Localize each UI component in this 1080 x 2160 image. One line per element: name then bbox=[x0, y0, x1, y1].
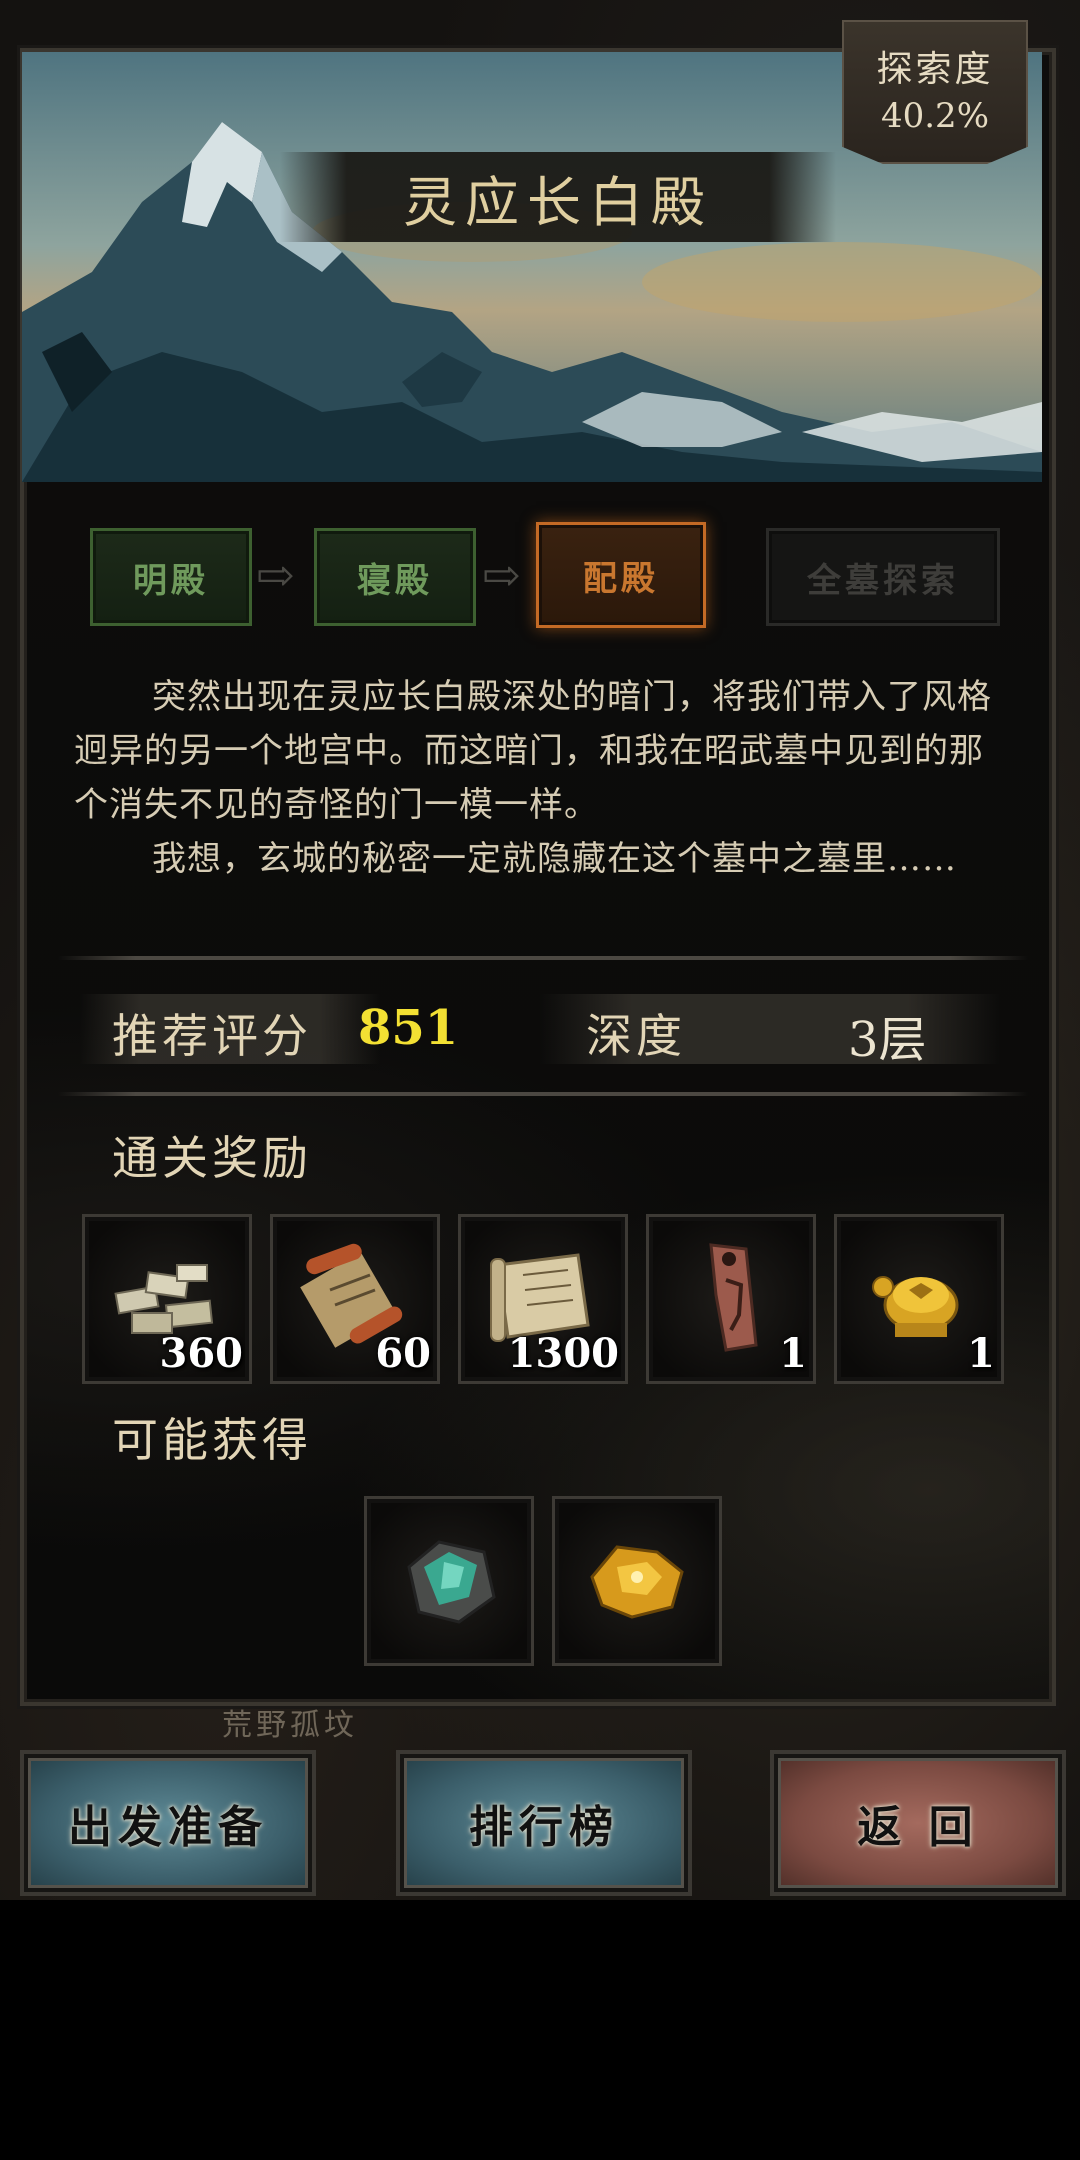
stage-label: 寝殿 bbox=[357, 560, 433, 601]
depth-value: 3层 bbox=[848, 1012, 927, 1068]
button-label: 出发准备 bbox=[68, 1802, 268, 1853]
button-label: 排行榜 bbox=[469, 1802, 619, 1853]
exploration-value: 40.2% bbox=[880, 96, 989, 136]
stage-tab-qin-dian[interactable]: 寝殿 bbox=[314, 528, 476, 626]
golden-turtle-icon bbox=[872, 1276, 959, 1337]
gold-nugget-icon bbox=[590, 1545, 684, 1619]
story-paragraph-2: 我想，玄城的秘密一定就隐藏在这个墓中之墓里…… bbox=[152, 839, 957, 879]
recommended-score-value: 851 bbox=[358, 1000, 459, 1056]
stage-label: 明殿 bbox=[133, 560, 209, 601]
reward-count: 360 bbox=[159, 1330, 244, 1377]
possible-drop-slot[interactable] bbox=[552, 1496, 722, 1666]
departure-prep-button[interactable]: 出发准备 bbox=[20, 1750, 316, 1896]
location-title: 灵应长白殿 bbox=[403, 170, 713, 234]
back-button[interactable]: 返 回 bbox=[770, 1750, 1066, 1896]
story-paragraph-1: 突然出现在灵应长白殿深处的暗门，将我们带入了风格迥异的另一个地宫中。而这暗门，和… bbox=[74, 677, 992, 825]
reward-slot[interactable]: 1 bbox=[834, 1214, 1004, 1384]
reward-count: 1 bbox=[779, 1330, 807, 1377]
arrow-right-icon: ⇨ bbox=[482, 548, 521, 602]
stage-label: 配殿 bbox=[583, 558, 659, 599]
story-description: 突然出现在灵应长白殿深处的暗门，将我们带入了风格迥异的另一个地宫中。而这暗门，和… bbox=[74, 670, 1014, 886]
depth-label: 深度 bbox=[586, 1009, 686, 1063]
stage-tab-full-explore[interactable]: 全墓探索 bbox=[766, 528, 1000, 626]
arrow-right-icon: ⇨ bbox=[256, 548, 295, 602]
reward-count: 60 bbox=[375, 1330, 431, 1377]
possible-drops-title: 可能获得 bbox=[112, 1413, 312, 1467]
leaderboard-button[interactable]: 排行榜 bbox=[396, 1750, 692, 1896]
clear-rewards-title: 通关奖励 bbox=[112, 1131, 312, 1185]
bronze-token-icon bbox=[709, 1243, 758, 1352]
reward-count: 1 bbox=[967, 1330, 995, 1377]
exploration-badge: 探索度 40.2% bbox=[842, 20, 1028, 164]
stage-tab-ming-dian[interactable]: 明殿 bbox=[90, 528, 252, 626]
map-location-label: 荒野孤坟 bbox=[222, 1708, 358, 1743]
reward-count: 1300 bbox=[507, 1330, 619, 1377]
title-plate: 灵应长白殿 bbox=[280, 152, 836, 242]
reward-slot[interactable]: 60 bbox=[270, 1214, 440, 1384]
stage-tab-pei-dian[interactable]: 配殿 bbox=[536, 522, 706, 628]
exploration-label: 探索度 bbox=[876, 49, 994, 90]
jade-ore-icon bbox=[407, 1540, 496, 1624]
divider bbox=[58, 1092, 1028, 1096]
possible-drop-slot[interactable] bbox=[364, 1496, 534, 1666]
button-label: 返 回 bbox=[857, 1802, 979, 1853]
divider bbox=[58, 956, 1028, 960]
reward-slot[interactable]: 1 bbox=[646, 1214, 816, 1384]
recommended-score-label: 推荐评分 bbox=[112, 1009, 312, 1063]
reward-slot[interactable]: 1300 bbox=[458, 1214, 628, 1384]
stage-label: 全墓探索 bbox=[807, 560, 959, 601]
reward-slot[interactable]: 360 bbox=[82, 1214, 252, 1384]
